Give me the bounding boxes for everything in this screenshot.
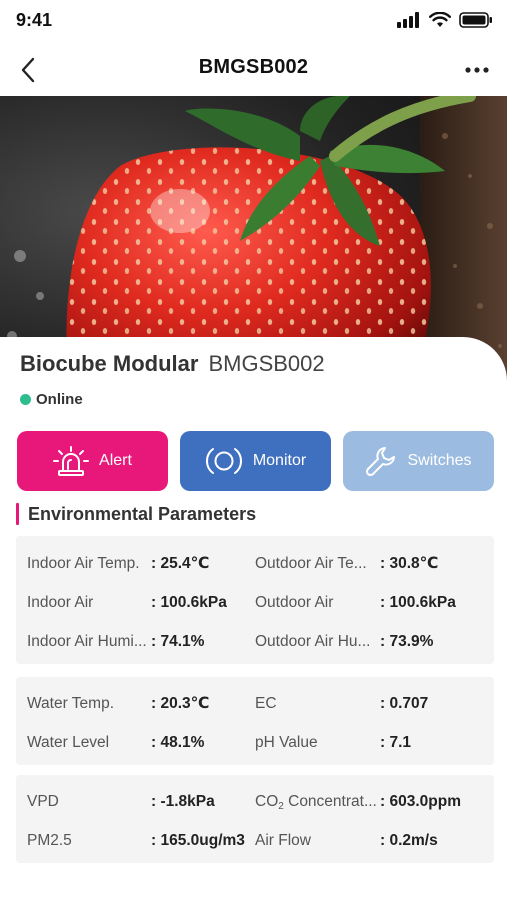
- param-value: : 0.2m/s: [380, 832, 438, 849]
- page-title: BMGSB002: [198, 56, 309, 78]
- param-label: Indoor Air: [27, 594, 94, 611]
- wifi-icon: [429, 11, 451, 33]
- param-row: VPD : -1.8kPa CO2 Concentrat... : 603.0p…: [16, 791, 494, 813]
- param-value: : -1.8kPa: [151, 793, 215, 810]
- monitor-button[interactable]: Monitor: [180, 431, 331, 491]
- param-label: Outdoor Air Te...: [255, 555, 367, 572]
- status-bar: 9:41: [0, 0, 507, 44]
- more-button[interactable]: [459, 54, 495, 86]
- switches-button[interactable]: Switches: [343, 431, 494, 491]
- param-label: VPD: [27, 793, 59, 810]
- param-value: : 165.0ug/m3: [151, 832, 245, 849]
- param-label: Water Temp.: [27, 695, 114, 712]
- air-parameters-group: Indoor Air Temp. : 25.4℃ Outdoor Air Te.…: [16, 536, 494, 664]
- param-row: Indoor Air Humi... : 74.1% Outdoor Air H…: [16, 631, 494, 653]
- param-label: Indoor Air Temp.: [27, 555, 140, 572]
- more-horizontal-icon: [465, 67, 489, 73]
- param-value: : 25.4℃: [151, 555, 210, 572]
- section-accent-bar: [16, 503, 19, 525]
- param-row: Indoor Air Temp. : 25.4℃ Outdoor Air Te.…: [16, 553, 494, 575]
- param-value: : 74.1%: [151, 633, 205, 650]
- action-buttons: Alert Monitor Switches: [17, 431, 495, 491]
- device-heading: Biocube Modular BMGSB002: [20, 351, 325, 377]
- alert-label: Alert: [99, 452, 132, 469]
- param-label: Outdoor Air Hu...: [255, 633, 371, 650]
- wrench-icon: [366, 447, 396, 477]
- siren-icon: [53, 446, 90, 476]
- param-value: : 30.8℃: [380, 555, 439, 572]
- device-info-card: Biocube Modular BMGSB002 Online Alert Mo…: [0, 337, 507, 900]
- section-title-text: Environmental Parameters: [28, 504, 257, 524]
- battery-icon: [459, 11, 493, 33]
- param-label: Air Flow: [255, 832, 311, 849]
- param-label: PM2.5: [27, 832, 72, 849]
- status-icons: [397, 11, 493, 33]
- param-value: : 7.1: [380, 734, 412, 751]
- environment-parameters-group: VPD : -1.8kPa CO2 Concentrat... : 603.0p…: [16, 775, 494, 863]
- co2-suffix: Concentrat...: [283, 793, 377, 810]
- param-value: : 48.1%: [151, 734, 205, 751]
- param-label: Outdoor Air: [255, 594, 334, 611]
- section-heading: Environmental Parameters: [16, 503, 256, 525]
- param-row: Water Level : 48.1% pH Value : 7.1: [16, 732, 494, 754]
- alert-button[interactable]: Alert: [17, 431, 168, 491]
- param-value: : 100.6kPa: [151, 594, 227, 611]
- param-row: Water Temp. : 20.3℃ EC : 0.707: [16, 693, 494, 715]
- param-label: EC: [255, 695, 277, 712]
- monitor-label: Monitor: [252, 452, 307, 469]
- param-label: pH Value: [255, 734, 318, 751]
- cellular-signal-icon: [397, 11, 421, 33]
- param-value: : 0.707: [380, 695, 429, 712]
- param-row: PM2.5 : 165.0ug/m3 Air Flow : 0.2m/s: [16, 830, 494, 852]
- nav-bar: BMGSB002: [0, 44, 507, 96]
- online-dot-icon: [20, 394, 31, 405]
- param-value: : 73.9%: [380, 633, 434, 650]
- param-label: Indoor Air Humi...: [27, 633, 147, 650]
- status-text: Online: [36, 391, 83, 408]
- co2-prefix: CO: [255, 793, 279, 810]
- device-model: Biocube Modular: [20, 351, 199, 376]
- param-row: Indoor Air : 100.6kPa Outdoor Air : 100.…: [16, 592, 494, 614]
- device-code: BMGSB002: [208, 351, 325, 376]
- monitor-target-icon: [205, 448, 242, 474]
- param-value: : 603.0ppm: [380, 793, 461, 810]
- water-parameters-group: Water Temp. : 20.3℃ EC : 0.707 Water Lev…: [16, 677, 494, 765]
- status-time: 9:41: [16, 10, 53, 30]
- param-value: : 20.3℃: [151, 695, 210, 712]
- param-label: CO2 Concentrat...: [255, 791, 379, 818]
- switches-label: Switches: [407, 452, 472, 469]
- status-badge: Online: [20, 391, 83, 408]
- param-value: : 100.6kPa: [380, 594, 456, 611]
- param-label: Water Level: [27, 734, 110, 751]
